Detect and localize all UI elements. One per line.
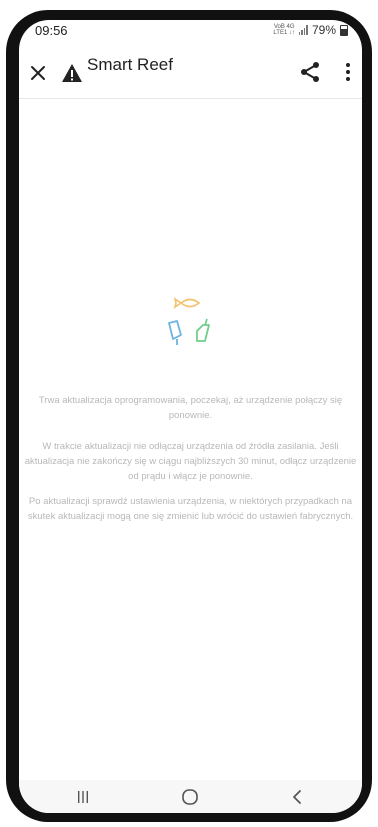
more-options-button[interactable] — [338, 60, 358, 84]
share-icon — [301, 62, 319, 82]
network-indicator: VoB 4G LTE1 ↓↑ — [273, 24, 295, 36]
home-icon — [182, 789, 198, 805]
more-vert-dot — [346, 70, 350, 74]
back-button[interactable] — [277, 784, 317, 810]
more-vert-icon — [346, 63, 350, 67]
network-bottom-label: LTE1 ↓↑ — [273, 30, 295, 36]
loader-blue-shape — [168, 320, 182, 345]
back-icon — [293, 790, 301, 804]
page: 09:56 VoB 4G LTE1 ↓↑ 79% Smart Reef Trwa… — [0, 0, 378, 827]
battery-icon — [340, 24, 348, 36]
home-button[interactable] — [170, 784, 210, 810]
more-vert-dot — [346, 77, 350, 81]
app-title: Smart Reef — [87, 55, 173, 74]
system-nav-bar — [19, 780, 362, 813]
phone-screen: 09:56 VoB 4G LTE1 ↓↑ 79% Smart Reef Trwa… — [19, 20, 362, 813]
update-content: Trwa aktualizacja oprogramowania, poczek… — [19, 99, 362, 779]
app-bar: Smart Reef — [19, 48, 362, 99]
close-button[interactable] — [25, 60, 51, 86]
signal-icon — [298, 25, 308, 35]
update-message-1: Trwa aktualizacja oprogramowania, poczek… — [38, 395, 343, 421]
status-bar: 09:56 VoB 4G LTE1 ↓↑ 79% — [19, 20, 362, 48]
loading-icon — [168, 297, 210, 345]
update-message-3: Po aktualizacji sprawdź ustawienia urząd… — [27, 496, 354, 522]
loader-green-shape — [196, 318, 210, 342]
recents-button[interactable] — [63, 784, 103, 810]
battery-percent: 79% — [311, 23, 336, 37]
status-indicators: VoB 4G LTE1 ↓↑ 79% — [273, 23, 348, 37]
status-time: 09:56 — [35, 23, 68, 38]
loader-fish-shape — [173, 297, 201, 309]
close-icon — [31, 66, 45, 80]
share-button[interactable] — [298, 60, 322, 84]
recents-icon — [78, 791, 88, 803]
update-message-2: W trakcie aktualizacji nie odłączaj urzą… — [24, 441, 357, 482]
warning-icon — [62, 64, 82, 82]
